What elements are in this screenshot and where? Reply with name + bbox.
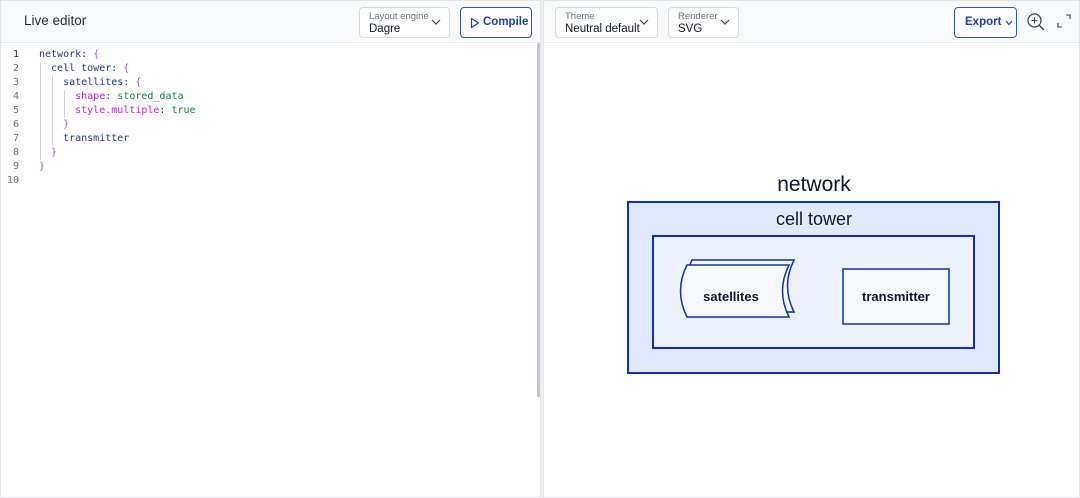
layout-engine-value: Dagre xyxy=(369,23,401,35)
network-label: network xyxy=(777,173,851,196)
line-number-gutter: 1 2 3 4 5 6 7 8 9 10 xyxy=(1,48,29,188)
transmitter-label: transmitter xyxy=(862,289,930,304)
layout-engine-select[interactable]: Layout engine Dagre xyxy=(359,7,450,38)
compile-label: Compile xyxy=(483,16,529,28)
export-label: Export xyxy=(965,16,1002,28)
line-number: 10 xyxy=(6,175,19,186)
line-number: 6 xyxy=(12,119,19,130)
code-token: { xyxy=(135,77,142,88)
chevron-down-icon xyxy=(720,19,730,25)
code-line: style.multiple: true xyxy=(39,104,196,118)
code-token: : xyxy=(81,49,94,60)
theme-select[interactable]: Theme Neutral default xyxy=(555,7,658,38)
chevron-down-icon xyxy=(1005,20,1013,26)
code-token: } xyxy=(39,147,58,158)
line-number: 8 xyxy=(12,147,19,158)
code-token: : xyxy=(105,91,118,102)
code-line: transmitter xyxy=(39,132,196,146)
code-editor[interactable]: 1 2 3 4 5 6 7 8 9 10 network: { cell tower: { sat… xyxy=(1,44,538,497)
code-line: cell tower: { xyxy=(39,62,196,76)
editor-scrollbar[interactable] xyxy=(537,43,540,397)
code-token: cell tower xyxy=(39,63,112,74)
line-number: 3 xyxy=(12,77,19,88)
editor-title: Live editor xyxy=(24,13,87,28)
zoom-in-icon[interactable] xyxy=(1026,12,1046,32)
code-token: stored_data xyxy=(117,91,184,102)
theme-label: Theme xyxy=(565,11,595,22)
diagram-canvas[interactable]: network cell tower satellites transmitte… xyxy=(544,44,1079,497)
line-number: 9 xyxy=(12,161,19,172)
play-outline-icon xyxy=(470,17,480,29)
satellites-node[interactable]: satellites xyxy=(677,259,796,318)
preview-pane: Theme Neutral default Renderer SVG Expor… xyxy=(543,0,1080,498)
code-line: } xyxy=(39,118,196,132)
code-line: } xyxy=(39,146,196,160)
code-line: } xyxy=(39,160,196,174)
export-button[interactable]: Export xyxy=(954,7,1017,38)
code-token: : xyxy=(123,77,136,88)
satellites-label: satellites xyxy=(703,289,759,304)
code-token: shape xyxy=(39,91,106,102)
renderer-value: SVG xyxy=(678,23,703,35)
code-token: satellites xyxy=(39,77,124,88)
line-number: 7 xyxy=(12,133,19,144)
code-content: network: { cell tower: { satellites: { s… xyxy=(39,48,196,188)
code-line: satellites: { xyxy=(39,76,196,90)
code-token: : xyxy=(111,63,124,74)
line-number: 5 xyxy=(12,105,19,116)
renderer-select[interactable]: Renderer SVG xyxy=(668,7,739,38)
code-token: } xyxy=(39,161,46,172)
code-line: shape: stored_data xyxy=(39,90,196,104)
editor-toolbar: Live editor Layout engine Dagre Compile xyxy=(1,1,540,43)
code-token: true xyxy=(171,105,196,116)
compile-button[interactable]: Compile xyxy=(460,7,532,38)
renderer-label: Renderer xyxy=(678,11,718,22)
cell-tower-label: cell tower xyxy=(776,209,852,229)
code-token: : xyxy=(159,105,172,116)
transmitter-node[interactable]: transmitter xyxy=(842,268,950,325)
chevron-down-icon xyxy=(431,19,441,25)
line-number: 2 xyxy=(12,63,19,74)
layout-engine-label: Layout engine xyxy=(369,11,429,22)
code-token: transmitter xyxy=(39,133,130,144)
preview-toolbar: Theme Neutral default Renderer SVG Expor… xyxy=(544,1,1079,43)
theme-value: Neutral default xyxy=(565,23,640,35)
code-token: network xyxy=(39,49,82,60)
line-number: 4 xyxy=(12,91,19,102)
line-number: 1 xyxy=(12,49,19,60)
code-token: style.multiple xyxy=(39,105,160,116)
code-token: { xyxy=(93,49,100,60)
code-token: { xyxy=(123,63,130,74)
fullscreen-icon[interactable] xyxy=(1056,13,1072,29)
code-token: } xyxy=(39,119,70,130)
editor-pane: Live editor Layout engine Dagre Compile … xyxy=(0,0,541,498)
code-line: network: { xyxy=(39,48,196,62)
chevron-down-icon xyxy=(639,19,649,25)
